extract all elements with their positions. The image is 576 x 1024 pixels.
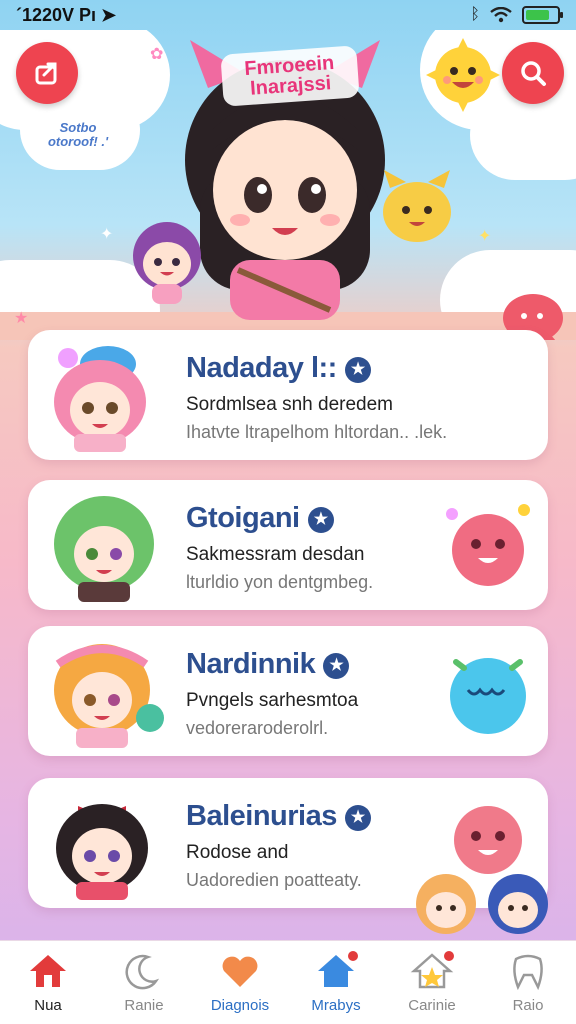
status-time: ´1220V Pı ➤ [16, 4, 117, 25]
sparkle-icon: ✦ [478, 228, 492, 245]
verified-star-icon: ★ [344, 805, 371, 831]
bottom-tab-bar: Nua Ranie Diagnois Mrabys Carinie Raio [0, 940, 576, 1024]
card-subtitle: Sordmlsea snh deredem [186, 394, 393, 415]
card-description: lturldio yon dentgmbeg. [186, 572, 374, 592]
corner-characters-illustration [416, 874, 548, 934]
avatar-orange-hair-icon [54, 644, 164, 748]
tab-raio[interactable]: Raio [480, 941, 576, 1024]
character-card[interactable]: Nardinnik ★ Pvngels sarhesmtoa vedoreraro… [28, 626, 548, 756]
pink-blob-mascot-icon [446, 504, 530, 586]
tab-label: Diagnois [210, 997, 270, 1014]
tab-mrabys[interactable]: Mrabys [288, 941, 384, 1024]
notification-badge [346, 949, 360, 963]
avatar-red-bow-icon [56, 804, 148, 900]
card-name: Gtoigani ★ [186, 502, 334, 535]
card-subtitle: Pvngels sarhesmtoa [186, 690, 359, 711]
tab-label: Carinie [408, 997, 456, 1014]
card-name-text: Nardinnik [186, 648, 316, 680]
sparkle-icon: ✿ [150, 46, 164, 63]
tab-label: Raio [512, 997, 544, 1014]
verified-star-icon: ★ [323, 653, 350, 679]
home-icon [30, 955, 66, 987]
character-card[interactable]: Gtoigani ★ Sakmessram desdan lturldio yon… [28, 480, 548, 610]
sparkle-icon: ✦ [112, 80, 126, 97]
card-subtitle: Sakmessram desdan [186, 544, 365, 565]
share-icon [35, 62, 57, 85]
card-name: Baleinurias ★ [186, 800, 371, 833]
avatar-pink-hair-icon [54, 346, 146, 452]
card-description: vedoreraroderolrl. [186, 718, 329, 738]
sparkle-icon: ★ [14, 310, 29, 327]
character-card[interactable]: Nadaday l:: ★ Sordmlsea snh deredem Ihatv… [28, 330, 548, 460]
tab-ranie[interactable]: Ranie [96, 941, 192, 1024]
tab-carinie[interactable]: Carinie [384, 941, 480, 1024]
card-name-text: Gtoigani [186, 502, 300, 534]
search-button[interactable] [502, 42, 564, 104]
hero-title: Fmroeein Inarajssi [220, 45, 360, 107]
hero-badge-line1: Sotbo [59, 119, 97, 135]
hero-banner: Sotbo otoroof! .' Fmroeein Inarajssi ✦ ✦… [0, 30, 576, 340]
battery-icon [522, 6, 563, 24]
tab-label: Nua [34, 997, 62, 1014]
wifi-icon [490, 7, 512, 23]
card-name: Nadaday l:: ★ [186, 352, 371, 385]
sun-mascot-icon [426, 38, 500, 112]
yellow-cat-mascot-icon [383, 170, 451, 242]
hero-badge-line2: otoroof! .' [47, 134, 109, 149]
tab-diagnois[interactable]: Diagnois [192, 941, 288, 1024]
battery-level [526, 10, 549, 20]
small-character-purple-icon [133, 222, 201, 304]
status-icons: ᛒ [470, 6, 563, 24]
card-name: Nardinnik ★ [186, 648, 350, 681]
notification-badge [442, 949, 456, 963]
blue-blob-mascot-icon [450, 658, 526, 734]
search-icon [521, 61, 546, 86]
avatar-green-hair-icon [54, 496, 154, 602]
tab-label: Ranie [124, 997, 164, 1014]
tab-label: Mrabys [311, 997, 361, 1014]
sparkle-icon: ✦ [100, 226, 114, 243]
heart-icon [222, 956, 258, 987]
tooth-icon [513, 954, 543, 991]
bluetooth-icon: ᛒ [470, 6, 480, 23]
card-description: Uadoredien poatteaty. [186, 870, 362, 890]
verified-star-icon: ★ [307, 507, 334, 533]
verified-star-icon: ★ [344, 357, 371, 383]
moon-icon [125, 954, 160, 990]
share-button[interactable] [16, 42, 78, 104]
card-name-text: Nadaday l:: [186, 352, 337, 384]
card-name-text: Baleinurias [186, 800, 337, 832]
tab-home[interactable]: Nua [0, 941, 96, 1024]
card-subtitle: Rodose and [186, 842, 289, 863]
hero-badge: Sotbo otoroof! .' [36, 110, 120, 160]
status-bar: ´1220V Pı ➤ ᛒ [0, 0, 576, 30]
card-description: Ihatvte ltrapelhom hltordan.. .lek. [186, 422, 448, 442]
